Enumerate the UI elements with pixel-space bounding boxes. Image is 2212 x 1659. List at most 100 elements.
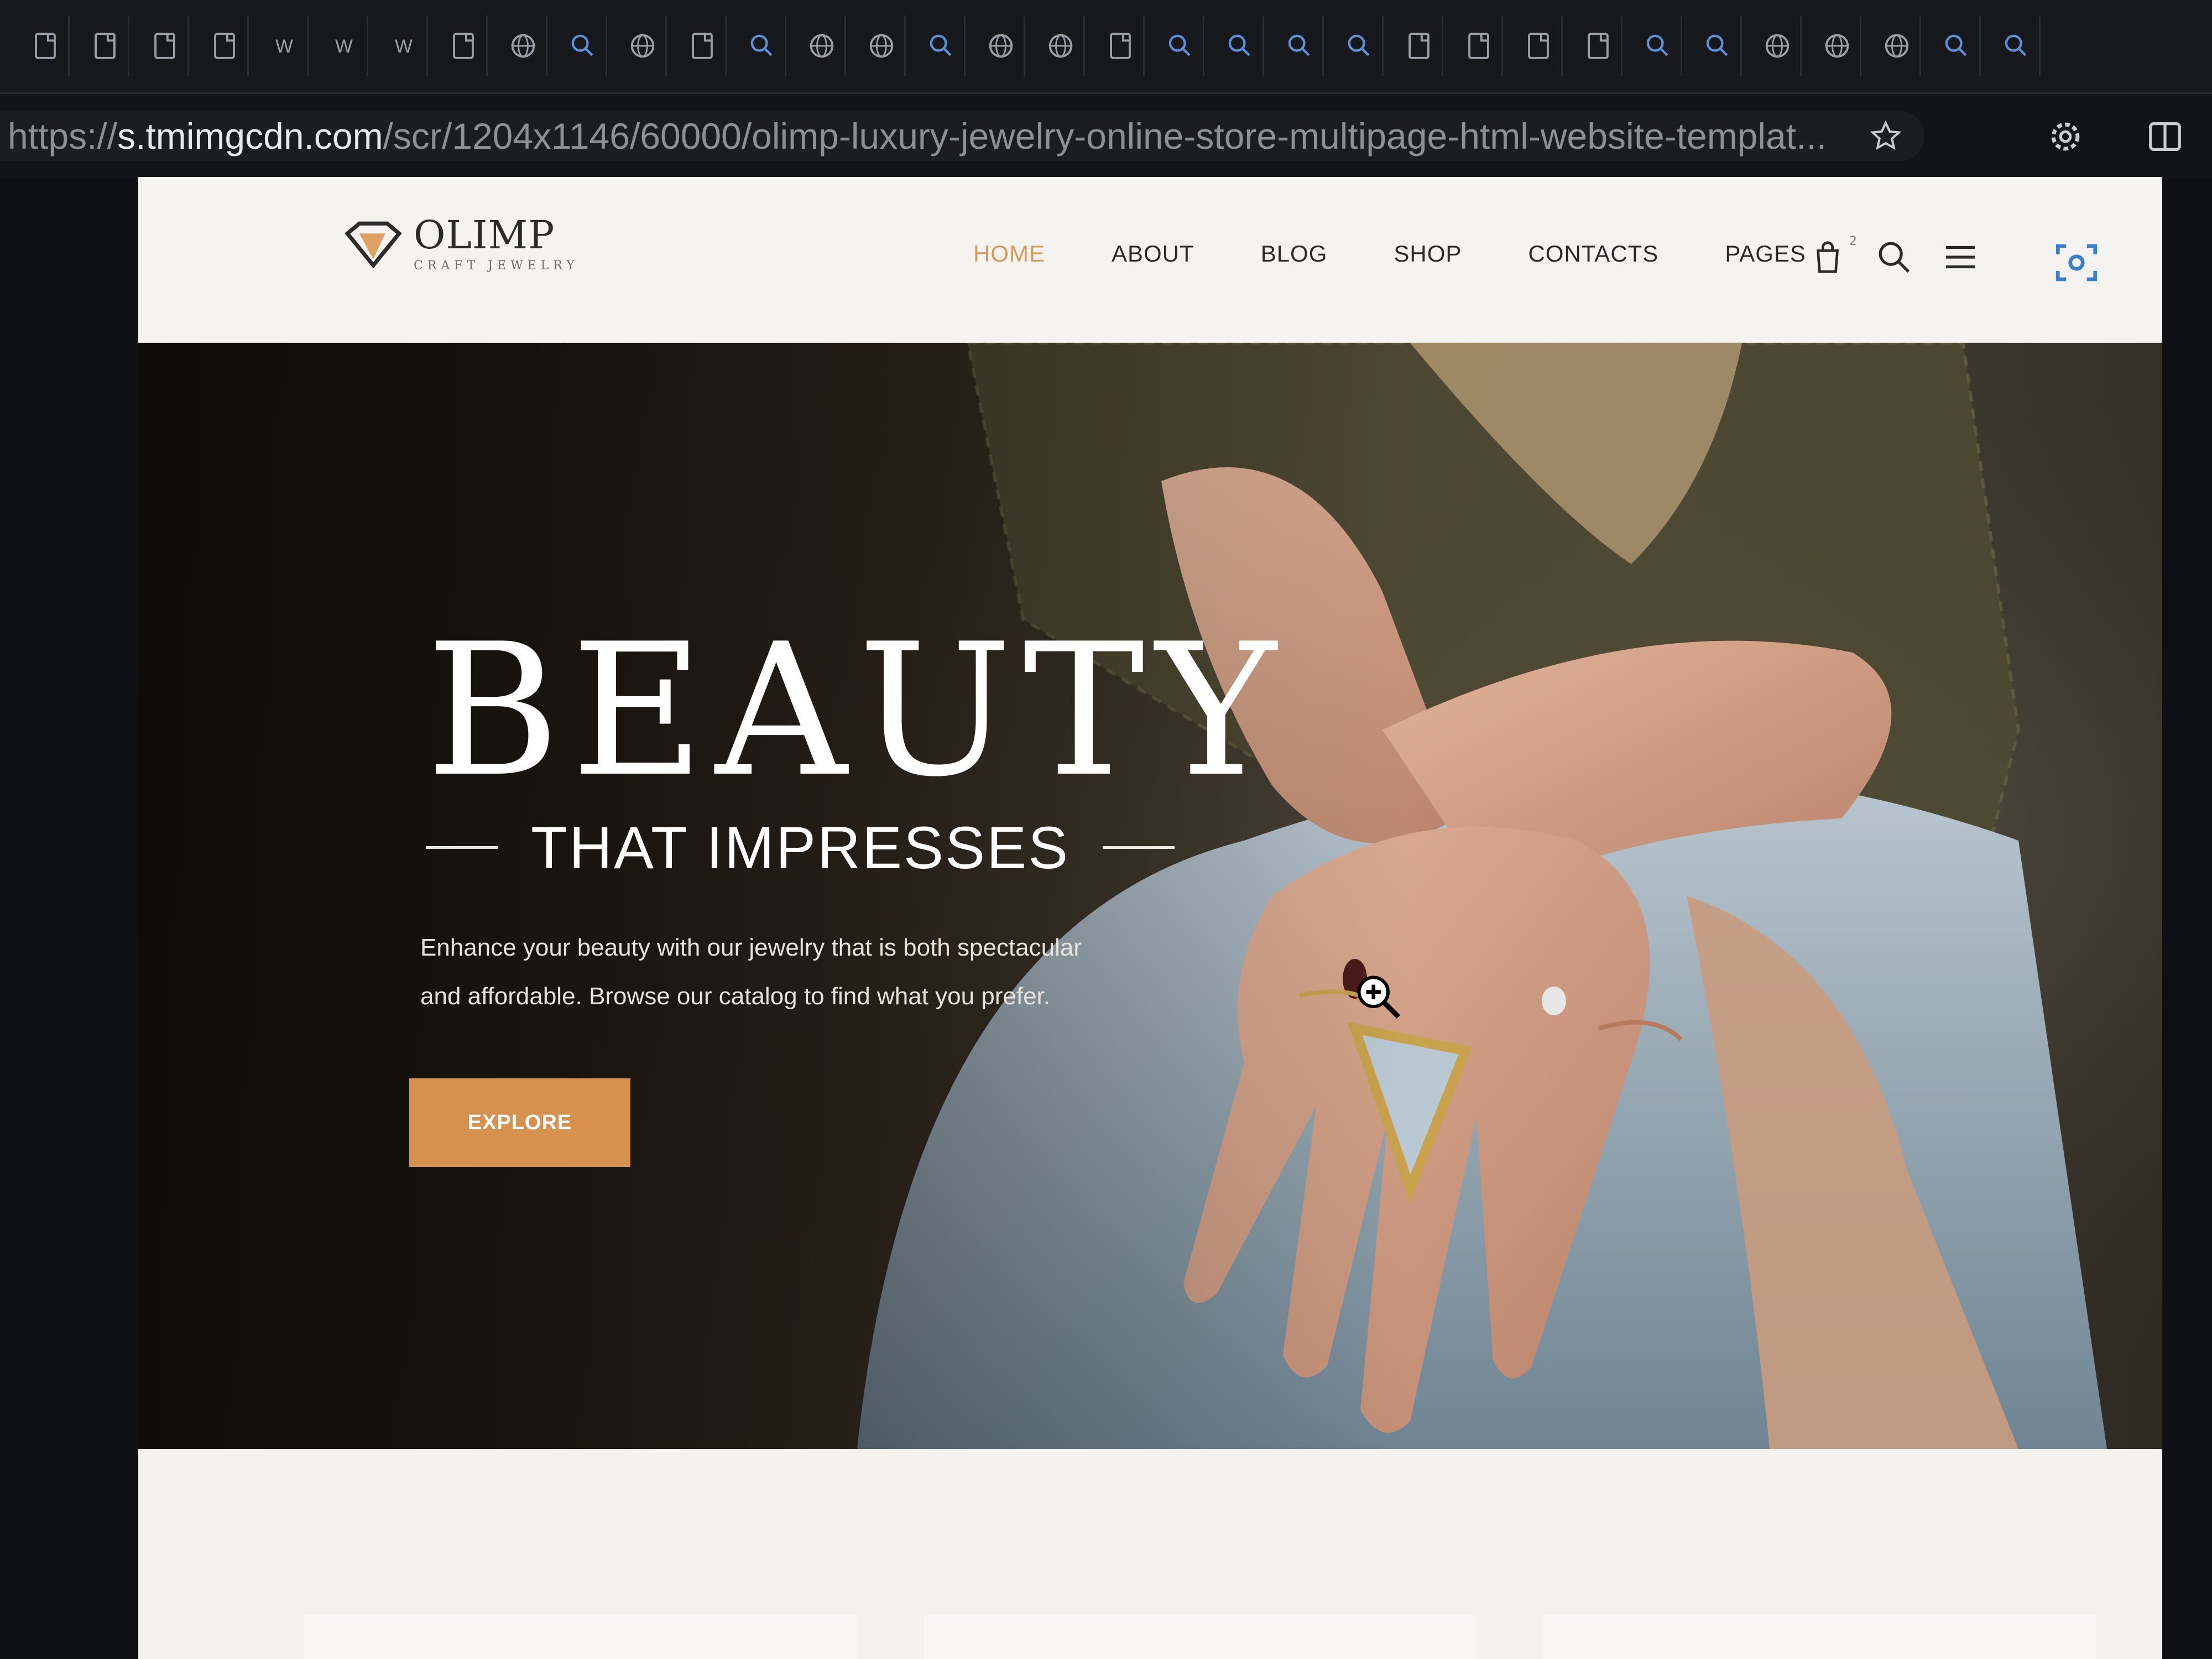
site-logo[interactable]: OLIMP CRAFT JEWELRY [343,216,579,273]
browser-tab[interactable] [500,15,547,76]
browser-tab[interactable] [1515,15,1563,76]
browser-tab[interactable] [858,15,906,76]
page-icon [452,33,474,59]
browser-tab[interactable] [1814,15,1861,76]
browser-tab[interactable] [82,15,129,76]
nav-item-contacts[interactable]: CONTACTS [1528,241,1658,267]
browser-tab[interactable] [978,15,1025,76]
browser-tab[interactable] [1276,15,1324,76]
browser-tab[interactable]: W [261,15,309,76]
page-icon [1587,33,1609,59]
page-icon [1109,33,1131,59]
hero-description-line-1: Enhance your beauty with our jewelry tha… [420,934,1082,961]
url-field[interactable]: https:// s.tmimgcdn.com /scr/1204x1146/6… [0,111,1924,161]
globe-icon [989,34,1013,58]
search-icon [1168,34,1190,56]
browser-tab[interactable] [739,15,786,76]
logo-name: OLIMP [414,212,555,258]
page-icon [1468,33,1489,59]
product-card[interactable] [924,1615,1477,1659]
svg-text:W: W [395,36,413,57]
globe-icon [1825,34,1849,58]
hero-description-line-2: and affordable. Browse our catalog to fi… [420,983,1051,1010]
search-icon [571,34,593,56]
globe-icon [1765,34,1789,58]
globe-icon [511,34,535,58]
browser-tab[interactable] [1993,15,2041,76]
screenshot-capture-icon[interactable] [2052,238,2101,288]
browser-tab[interactable]: W [380,15,428,76]
subtitle-left-rule [426,846,498,849]
cart-button[interactable]: 2 [1808,234,1857,276]
browser-tab[interactable] [679,15,727,76]
header-icons: 2 [1808,234,1980,276]
nav-item-shop[interactable]: SHOP [1394,241,1462,267]
browser-tab[interactable] [440,15,488,76]
browser-tab[interactable] [799,15,846,76]
browser-tab[interactable] [1754,15,1802,76]
search-icon [1646,34,1668,56]
split-view-icon[interactable] [2146,117,2184,156]
nav-item-about[interactable]: ABOUT [1112,241,1194,267]
hero-banner: BEAUTY THAT IMPRESSES Enhance your beaut… [138,343,2162,1449]
browser-tab[interactable] [918,15,966,76]
page-icon [94,33,116,59]
cart-count-badge: 2 [1849,234,1857,248]
browser-tab[interactable] [619,15,667,76]
hero-title: BEAUTY [426,604,1287,817]
extensions-gear-icon[interactable] [2046,117,2085,156]
browser-tab[interactable] [201,15,249,76]
logo-tagline: CRAFT JEWELRY [414,259,579,273]
svg-text:W: W [335,36,353,57]
url-path: /scr/1204x1146/60000/olimp-luxury-jewelr… [383,116,1827,156]
bookmark-star-icon[interactable] [1869,119,1902,153]
browser-tab[interactable] [1217,15,1264,76]
word-icon: W [275,36,293,57]
globe-icon [630,34,654,58]
browser-tab-strip: WWW [0,0,2212,94]
hero-subtitle-row: THAT IMPRESSES [426,813,1175,882]
browser-tab[interactable] [1635,15,1682,76]
nav-item-pages[interactable]: PAGES [1725,241,1806,267]
browser-tab[interactable] [1157,15,1204,76]
search-icon [750,34,772,56]
search-icon [1348,34,1369,56]
search-icon [930,34,951,56]
browser-tab[interactable] [1336,15,1384,76]
browser-tab[interactable] [1037,15,1085,76]
word-icon: W [335,36,353,57]
zoom-in-cursor-icon [1357,975,1400,1019]
browser-tab[interactable] [1874,15,1921,76]
browser-tab[interactable] [1933,15,1981,76]
search-icon [1945,34,1966,56]
page-icon [154,33,175,59]
browser-tab[interactable] [1575,15,1623,76]
browser-tab[interactable] [142,15,189,76]
globe-icon [1048,34,1072,58]
page-icon [1527,33,1549,59]
product-preview-section [138,1449,2162,1659]
search-icon [1288,34,1310,56]
browser-tab[interactable] [560,15,607,76]
browser-tab[interactable] [1694,15,1742,76]
browser-tab[interactable]: W [321,15,368,76]
diamond-logo-icon [345,221,402,269]
browser-tab[interactable] [1097,15,1145,76]
browser-address-bar: https:// s.tmimgcdn.com /scr/1204x1146/6… [0,94,2212,177]
subtitle-right-rule [1103,846,1175,849]
webpage: OLIMP CRAFT JEWELRY HOME ABOUT BLOG SHOP… [138,177,2162,1659]
url-host: s.tmimgcdn.com [117,116,383,156]
hamburger-menu-icon[interactable] [1941,238,1980,276]
browser-tab[interactable] [1455,15,1503,76]
product-card[interactable] [1543,1615,2096,1659]
nav-item-blog[interactable]: BLOG [1261,241,1328,267]
product-card[interactable] [304,1615,857,1659]
url-scheme: https:// [8,116,118,156]
search-icon [2005,34,2026,56]
explore-button[interactable]: EXPLORE [409,1078,630,1167]
nav-item-home[interactable]: HOME [973,241,1045,267]
browser-tab[interactable] [1396,15,1443,76]
search-icon[interactable] [1875,238,1913,276]
svg-text:W: W [275,36,293,57]
browser-tab[interactable] [22,15,70,76]
